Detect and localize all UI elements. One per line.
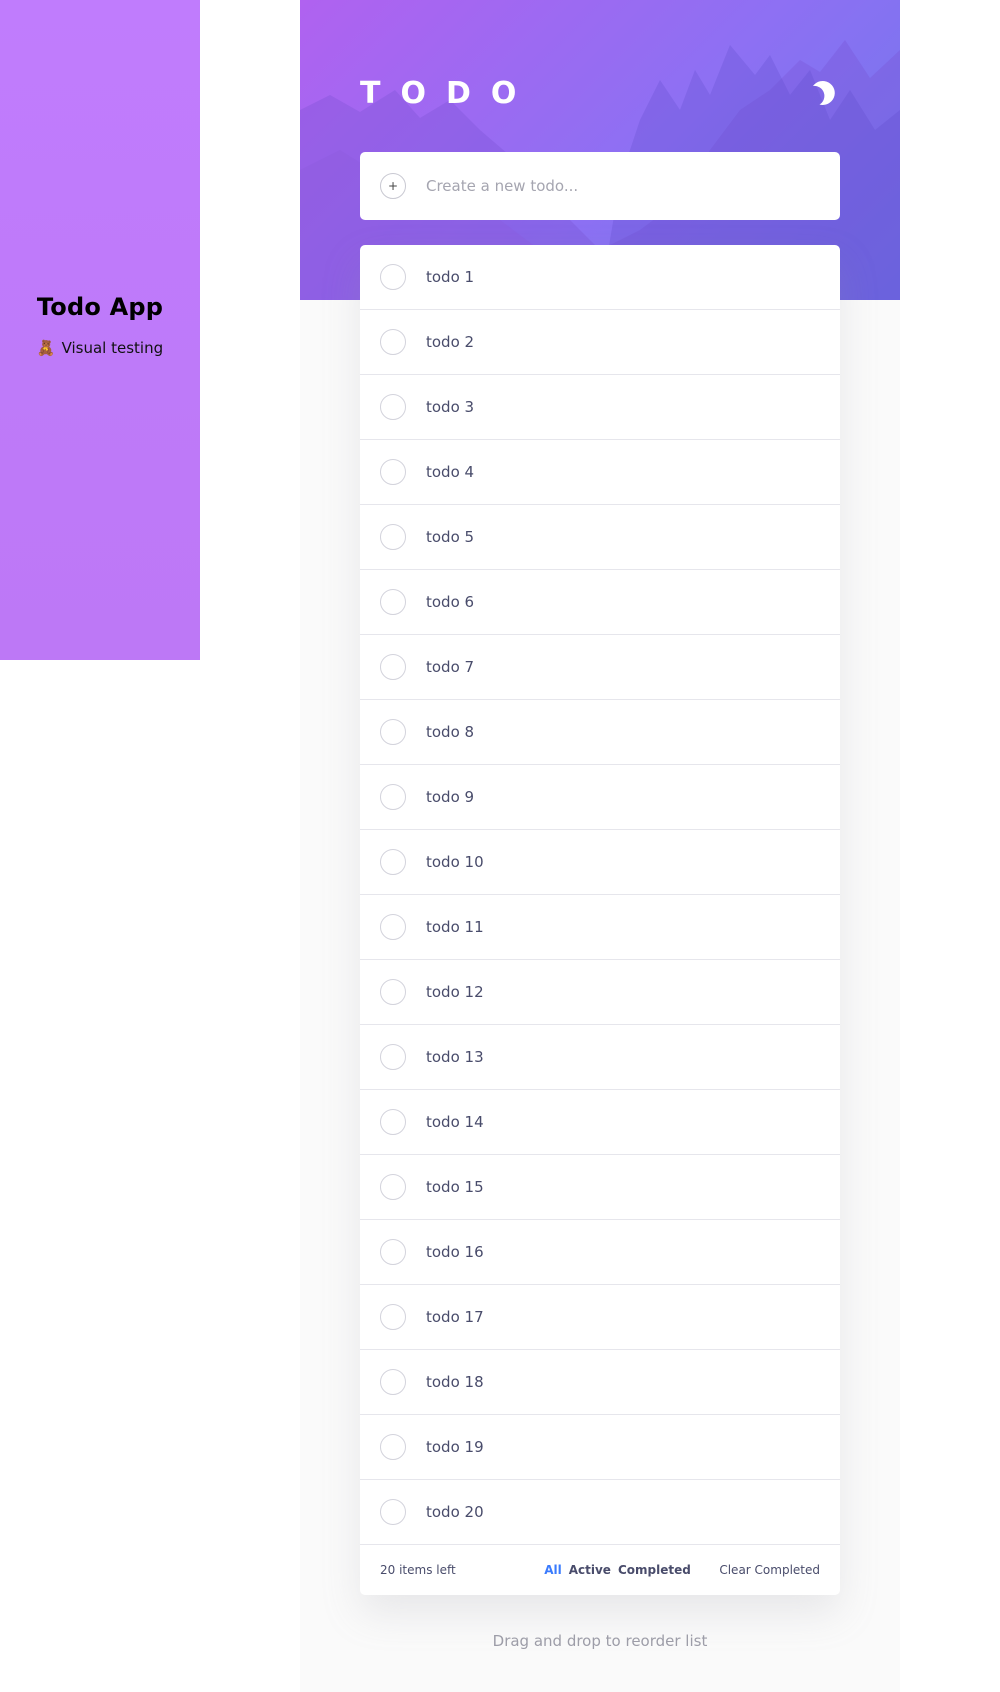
todo-text: todo 12 <box>426 983 484 1001</box>
todo-text: todo 7 <box>426 658 475 676</box>
filter-all[interactable]: All <box>544 1563 562 1577</box>
todo-checkbox[interactable] <box>380 784 406 810</box>
todo-checkbox[interactable] <box>380 979 406 1005</box>
sidebar: Todo App 🧸 Visual testing <box>0 0 200 660</box>
plus-icon: + <box>387 179 399 193</box>
todo-text: todo 6 <box>426 593 475 611</box>
todo-checkbox[interactable] <box>380 1304 406 1330</box>
todo-checkbox[interactable] <box>380 719 406 745</box>
filter-group: All Active Completed <box>544 1563 691 1577</box>
todo-text: todo 4 <box>426 463 475 481</box>
filter-active[interactable]: Active <box>569 1563 611 1577</box>
todo-checkbox[interactable] <box>380 1499 406 1525</box>
todo-item[interactable]: todo 11 <box>360 895 840 960</box>
todo-checkbox[interactable] <box>380 329 406 355</box>
app-logo: TODO <box>360 75 537 111</box>
add-todo-button[interactable]: + <box>380 173 406 199</box>
todo-item[interactable]: todo 14 <box>360 1090 840 1155</box>
todo-checkbox[interactable] <box>380 589 406 615</box>
todo-text: todo 13 <box>426 1048 484 1066</box>
todo-checkbox[interactable] <box>380 524 406 550</box>
todo-text: todo 11 <box>426 918 484 936</box>
todo-text: todo 10 <box>426 853 484 871</box>
todo-text: todo 9 <box>426 788 475 806</box>
todo-item[interactable]: todo 8 <box>360 700 840 765</box>
todo-item[interactable]: todo 17 <box>360 1285 840 1350</box>
todo-item[interactable]: todo 9 <box>360 765 840 830</box>
todo-text: todo 20 <box>426 1503 484 1521</box>
todo-checkbox[interactable] <box>380 1174 406 1200</box>
todo-item[interactable]: todo 4 <box>360 440 840 505</box>
todo-item[interactable]: todo 15 <box>360 1155 840 1220</box>
teddy-bear-icon: 🧸 <box>36 339 56 357</box>
new-todo-input[interactable] <box>426 177 806 195</box>
todo-checkbox[interactable] <box>380 1434 406 1460</box>
todo-item[interactable]: todo 5 <box>360 505 840 570</box>
todo-item[interactable]: todo 13 <box>360 1025 840 1090</box>
todo-item[interactable]: todo 20 <box>360 1480 840 1545</box>
todo-text: todo 3 <box>426 398 475 416</box>
items-left-count: 20 items left <box>380 1563 456 1577</box>
todo-item[interactable]: todo 18 <box>360 1350 840 1415</box>
todo-item[interactable]: todo 1 <box>360 245 840 310</box>
todo-item[interactable]: todo 2 <box>360 310 840 375</box>
filter-completed[interactable]: Completed <box>618 1563 691 1577</box>
list-footer: 20 items left All Active Completed Clear… <box>360 1545 840 1595</box>
todo-text: todo 19 <box>426 1438 484 1456</box>
todo-item[interactable]: todo 6 <box>360 570 840 635</box>
todo-item[interactable]: todo 16 <box>360 1220 840 1285</box>
todo-checkbox[interactable] <box>380 1109 406 1135</box>
todo-text: todo 8 <box>426 723 475 741</box>
todo-text: todo 1 <box>426 268 475 286</box>
clear-completed-button[interactable]: Clear Completed <box>719 1563 820 1577</box>
todo-checkbox[interactable] <box>380 914 406 940</box>
reorder-hint: Drag and drop to reorder list <box>492 1632 708 1650</box>
todo-item[interactable]: todo 12 <box>360 960 840 1025</box>
todo-item[interactable]: todo 10 <box>360 830 840 895</box>
new-todo-bar: + <box>360 152 840 220</box>
todo-checkbox[interactable] <box>380 654 406 680</box>
todo-item[interactable]: todo 19 <box>360 1415 840 1480</box>
todo-checkbox[interactable] <box>380 394 406 420</box>
todo-checkbox[interactable] <box>380 1239 406 1265</box>
todo-text: todo 2 <box>426 333 475 351</box>
theme-toggle-button[interactable] <box>810 78 840 108</box>
app-header: TODO <box>360 70 840 116</box>
todo-checkbox[interactable] <box>380 264 406 290</box>
todo-text: todo 17 <box>426 1308 484 1326</box>
todo-text: todo 15 <box>426 1178 484 1196</box>
sidebar-subtitle: 🧸 Visual testing <box>37 339 163 357</box>
todo-item[interactable]: todo 7 <box>360 635 840 700</box>
todo-checkbox[interactable] <box>380 1044 406 1070</box>
todo-text: todo 5 <box>426 528 475 546</box>
sidebar-title: Todo App <box>36 293 164 321</box>
todo-list: todo 1 todo 2 todo 3 todo 4 todo 5 todo 6 todo… <box>360 245 840 1595</box>
todo-app: TODO + todo 1todo 2todo 3todo 4todo 5tod… <box>300 0 900 1692</box>
todo-text: todo 14 <box>426 1113 484 1131</box>
todo-checkbox[interactable] <box>380 849 406 875</box>
todo-item[interactable]: todo 3 <box>360 375 840 440</box>
sidebar-subtitle-text: Visual testing <box>61 339 164 357</box>
todo-text: todo 18 <box>426 1373 484 1391</box>
moon-icon <box>813 80 835 105</box>
todo-checkbox[interactable] <box>380 459 406 485</box>
todo-text: todo 16 <box>426 1243 484 1261</box>
todo-checkbox[interactable] <box>380 1369 406 1395</box>
